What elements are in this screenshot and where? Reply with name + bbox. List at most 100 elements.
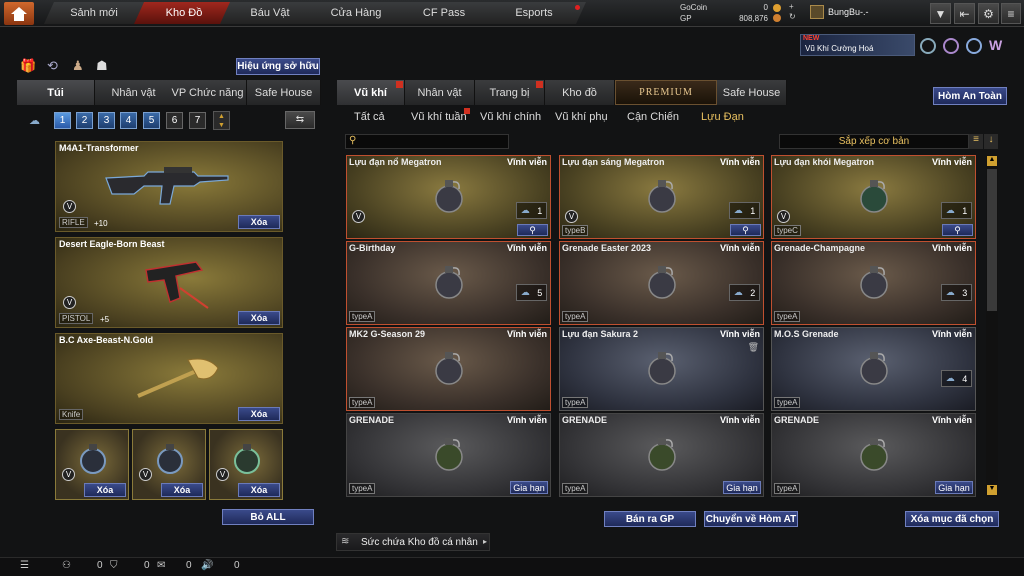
inventory-item-card[interactable]: G-Birthday Vĩnh viễn typeA ☁ 5 bbox=[346, 241, 551, 325]
owned-effects-button[interactable]: Hiệu ứng sở hữu bbox=[236, 58, 320, 75]
preview-zoom-icon[interactable]: ⚲ bbox=[942, 224, 973, 236]
left-tab-character[interactable]: Nhân vật bbox=[95, 80, 173, 105]
search-input[interactable]: ⚲ bbox=[345, 134, 509, 149]
grenade-slot-3[interactable]: V Xóa bbox=[209, 429, 283, 500]
remove-slot-button[interactable]: Xóa bbox=[238, 483, 280, 497]
menu-icon[interactable]: ≡ bbox=[1001, 3, 1021, 24]
page-6-button[interactable]: 6 bbox=[166, 112, 183, 129]
preview-zoom-icon[interactable]: ⚲ bbox=[517, 224, 548, 236]
subtab-all[interactable]: Tất cả bbox=[354, 111, 385, 123]
inventory-item-card[interactable]: GRENADE Vĩnh viễn typeA Gia hạn bbox=[559, 413, 764, 497]
tab-esports[interactable]: Esports bbox=[482, 2, 586, 24]
item-duration: Vĩnh viễn bbox=[931, 329, 972, 339]
subtab-secondary[interactable]: Vũ khí phụ bbox=[555, 111, 608, 123]
target-icon[interactable] bbox=[966, 38, 982, 54]
remove-slot-button[interactable]: Xóa bbox=[161, 483, 203, 497]
page-scroll-arrows-icon[interactable]: ▲ ▼ bbox=[213, 111, 230, 130]
page-5-button[interactable]: 5 bbox=[143, 112, 160, 129]
event-icon[interactable] bbox=[920, 38, 936, 54]
sort-dropdown[interactable]: Sắp xếp cơ bản bbox=[779, 134, 969, 149]
tab-cf-pass[interactable]: CF Pass bbox=[394, 2, 494, 24]
inventory-item-card[interactable]: Grenade-Champagne Vĩnh viễn typeA ☁ 3 bbox=[771, 241, 976, 325]
weapon-slot-pistol[interactable]: Desert Eagle-Born Beast V PISTOL +5 Xóa bbox=[55, 237, 283, 328]
right-tab-premium[interactable]: PREMIUM bbox=[615, 80, 717, 105]
clan-icon[interactable]: ▼ bbox=[930, 3, 951, 24]
recycle-icon[interactable]: ⟲ bbox=[47, 58, 58, 74]
page-7-button[interactable]: 7 bbox=[189, 112, 206, 129]
refresh-icon[interactable]: ↻ bbox=[789, 12, 796, 21]
sort-order-icon[interactable]: ↓ bbox=[984, 134, 998, 149]
page-2-button[interactable]: 2 bbox=[76, 112, 93, 129]
remove-weapon-button[interactable]: Xóa bbox=[238, 407, 280, 421]
scroll-up-icon[interactable]: ▲ bbox=[987, 156, 997, 166]
tab-treasure[interactable]: Báu Vật bbox=[220, 2, 320, 24]
promo-banner[interactable]: NEW Vũ Khí Cường Hoá bbox=[800, 34, 915, 56]
inventory-item-card[interactable]: GRENADE Vĩnh viễn typeA Gia hạn bbox=[771, 413, 976, 497]
inventory-item-card[interactable]: M.O.S Grenade Vĩnh viễn typeA ☁ 4 bbox=[771, 327, 976, 411]
right-tab-equipment[interactable]: Trang bị bbox=[475, 80, 545, 105]
bag-icon[interactable]: ☗ bbox=[96, 58, 108, 74]
inventory-item-card[interactable]: GRENADE Vĩnh viễn typeA Gia hạn bbox=[346, 413, 551, 497]
subtab-melee[interactable]: Cận Chiến bbox=[627, 111, 679, 123]
grenade-slot-1[interactable]: V Xóa bbox=[55, 429, 129, 500]
extend-button[interactable]: Gia hạn bbox=[510, 481, 548, 494]
delete-selected-button[interactable]: Xóa mục đã chọn bbox=[905, 511, 999, 527]
extend-button[interactable]: Gia hạn bbox=[935, 481, 973, 494]
remove-slot-button[interactable]: Xóa bbox=[84, 483, 126, 497]
gift-icon[interactable]: 🎁 bbox=[20, 58, 36, 74]
page-3-button[interactable]: 3 bbox=[98, 112, 115, 129]
right-tab-safehouse[interactable]: Safe House bbox=[717, 80, 787, 105]
safe-box-button[interactable]: Hòm An Toàn bbox=[933, 87, 1007, 105]
scrollbar[interactable]: ▲ ▼ bbox=[986, 155, 998, 497]
character-icon[interactable]: ♟ bbox=[72, 58, 84, 74]
exit-icon[interactable]: ⇤ bbox=[954, 3, 975, 24]
move-to-safe-button[interactable]: Chuyển về Hòm AT bbox=[704, 511, 798, 527]
left-tab-safehouse[interactable]: Safe House bbox=[247, 80, 321, 105]
inventory-item-card[interactable]: Lựu đạn khói Megatron Vĩnh viễn typeC V ☁ 1 ⚲ bbox=[771, 155, 976, 239]
inventory-item-card[interactable]: Lựu đạn Sakura 2 Vĩnh viễn typeA 🗑 bbox=[559, 327, 764, 411]
remove-weapon-button[interactable]: Xóa bbox=[238, 215, 280, 229]
sort-list-icon[interactable]: ≡ bbox=[969, 134, 983, 149]
shield-icon[interactable]: ⛉ bbox=[110, 560, 118, 571]
extend-button[interactable]: Gia hạn bbox=[723, 481, 761, 494]
right-tab-weapons[interactable]: Vũ khí bbox=[337, 80, 405, 105]
grenade-slot-2[interactable]: V Xóa bbox=[132, 429, 206, 500]
inventory-item-card[interactable]: Lựu đạn nổ Megatron Vĩnh viễn V ☁ 1 ⚲ bbox=[346, 155, 551, 239]
equip-bag-icon[interactable]: ⇆ bbox=[285, 111, 315, 129]
remove-all-button[interactable]: Bỏ ALL bbox=[222, 509, 314, 525]
page-1-button[interactable]: 1 bbox=[54, 112, 71, 129]
tab-lobby[interactable]: Sảnh mới bbox=[44, 2, 144, 24]
subtab-grenade[interactable]: Lựu Đạn bbox=[701, 111, 744, 123]
username[interactable]: BungBu-.- bbox=[828, 7, 869, 17]
weapon-slot-knife[interactable]: B.C Axe-Beast-N.Gold Knife Xóa bbox=[55, 333, 283, 424]
left-tab-function[interactable]: VP Chức năng bbox=[169, 80, 247, 105]
voice-icon[interactable]: 🔊 bbox=[201, 560, 213, 571]
sell-gp-button[interactable]: Bán ra GP bbox=[604, 511, 696, 527]
home-button[interactable] bbox=[4, 2, 34, 25]
subtab-weekly[interactable]: Vũ khí tuần bbox=[411, 111, 467, 123]
subtab-primary[interactable]: Vũ khí chính bbox=[480, 111, 541, 123]
page-4-button[interactable]: 4 bbox=[120, 112, 137, 129]
chat-icon[interactable]: ✉ bbox=[157, 560, 165, 571]
list-icon[interactable]: ☰ bbox=[20, 560, 29, 571]
capacity-bar[interactable]: ≋ Sức chứa Kho đồ cá nhân ▸ bbox=[336, 533, 490, 551]
weapon-slot-rifle[interactable]: M4A1-Transformer V RIFLE +10 Xóa bbox=[55, 141, 283, 232]
right-tab-storage[interactable]: Kho đồ bbox=[545, 80, 615, 105]
inventory-item-card[interactable]: MK2 G-Season 29 Vĩnh viễn typeA bbox=[346, 327, 551, 411]
add-coin-icon[interactable]: + bbox=[789, 2, 794, 11]
inventory-item-card[interactable]: Grenade Easter 2023 Vĩnh viễn typeA ☁ 2 bbox=[559, 241, 764, 325]
preview-zoom-icon[interactable]: ⚲ bbox=[730, 224, 761, 236]
friends-icon[interactable]: ⚇ bbox=[62, 560, 71, 571]
scroll-down-icon[interactable]: ▼ bbox=[987, 485, 997, 495]
trash-icon[interactable]: 🗑 bbox=[748, 342, 759, 353]
inventory-item-card[interactable]: Lựu đạn sáng Megatron Vĩnh viễn typeB V ☁ 1 ⚲ bbox=[559, 155, 764, 239]
mission-icon[interactable] bbox=[943, 38, 959, 54]
left-tab-bag[interactable]: Túi bbox=[17, 80, 95, 105]
vip-icon[interactable]: W bbox=[989, 37, 1002, 53]
settings-gear-icon[interactable]: ⚙ bbox=[978, 3, 999, 24]
scrollbar-thumb[interactable] bbox=[987, 169, 997, 311]
remove-weapon-button[interactable]: Xóa bbox=[238, 311, 280, 325]
right-tab-character[interactable]: Nhân vật bbox=[405, 80, 475, 105]
tab-shop[interactable]: Cửa Hàng bbox=[306, 2, 406, 24]
tab-inventory[interactable]: Kho Đồ bbox=[134, 2, 234, 24]
